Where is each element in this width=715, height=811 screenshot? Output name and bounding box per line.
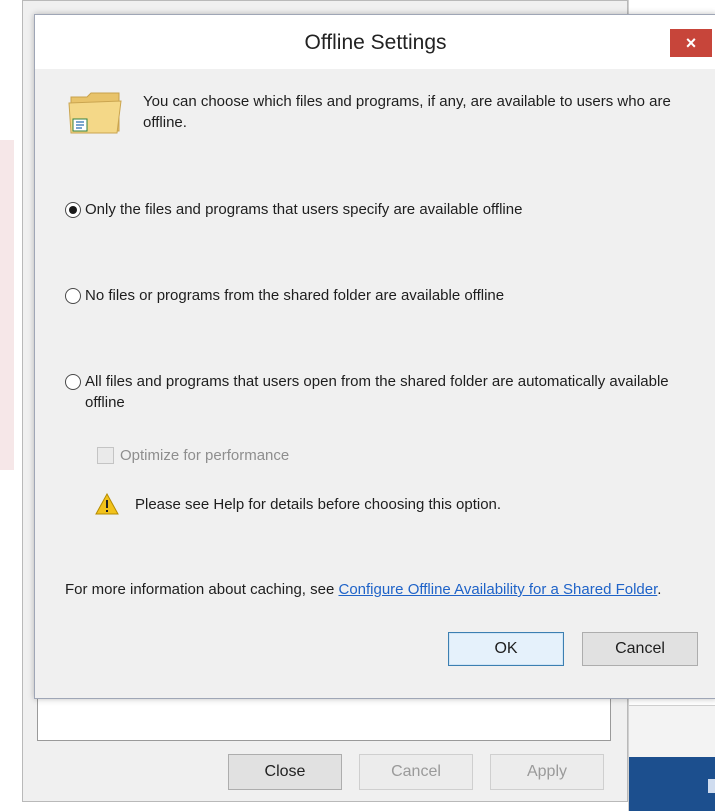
cancel-button-background: Cancel xyxy=(359,754,473,790)
intro-text: You can choose which files and programs,… xyxy=(143,93,671,131)
configure-offline-link[interactable]: Configure Offline Availability for a Sha… xyxy=(338,581,657,598)
offline-settings-dialog: Offline Settings × You can choose which … xyxy=(34,14,715,699)
close-icon[interactable]: × xyxy=(670,29,712,57)
apply-button-background: Apply xyxy=(490,754,604,790)
radio-all-files-auto[interactable]: All files and programs that users open f… xyxy=(65,371,685,413)
warning-text: Please see Help for details before choos… xyxy=(135,495,502,513)
radio-no-files[interactable]: No files or programs from the shared fol… xyxy=(65,285,504,306)
radio-only-specified[interactable]: Only the files and programs that users s… xyxy=(65,199,522,220)
radio-label: All files and programs that users open f… xyxy=(85,373,669,411)
folder-icon xyxy=(68,92,122,134)
title-bar[interactable]: Offline Settings × xyxy=(35,15,715,69)
optimize-checkbox-row: Optimize for performance xyxy=(97,447,289,464)
cancel-button[interactable]: Cancel xyxy=(582,632,698,666)
optimize-label: Optimize for performance xyxy=(120,447,290,464)
radio-button[interactable] xyxy=(65,288,81,304)
radio-button[interactable] xyxy=(65,202,81,218)
background-panel xyxy=(629,705,715,758)
dialog-content: You can choose which files and programs,… xyxy=(43,69,706,689)
close-button-background[interactable]: Close xyxy=(228,754,342,790)
taskbar-fragment xyxy=(629,757,715,811)
dialog-title: Offline Settings xyxy=(304,31,447,54)
ok-button[interactable]: OK xyxy=(448,632,564,666)
radio-label: Only the files and programs that users s… xyxy=(85,201,523,218)
radio-button[interactable] xyxy=(65,374,81,390)
optimize-checkbox xyxy=(97,447,114,464)
warning-row: Please see Help for details before choos… xyxy=(95,493,501,515)
radio-label: No files or programs from the shared fol… xyxy=(85,287,505,304)
watermark-shape xyxy=(0,140,14,470)
warning-icon xyxy=(95,493,119,515)
info-text: For more information about caching, see … xyxy=(65,581,662,598)
